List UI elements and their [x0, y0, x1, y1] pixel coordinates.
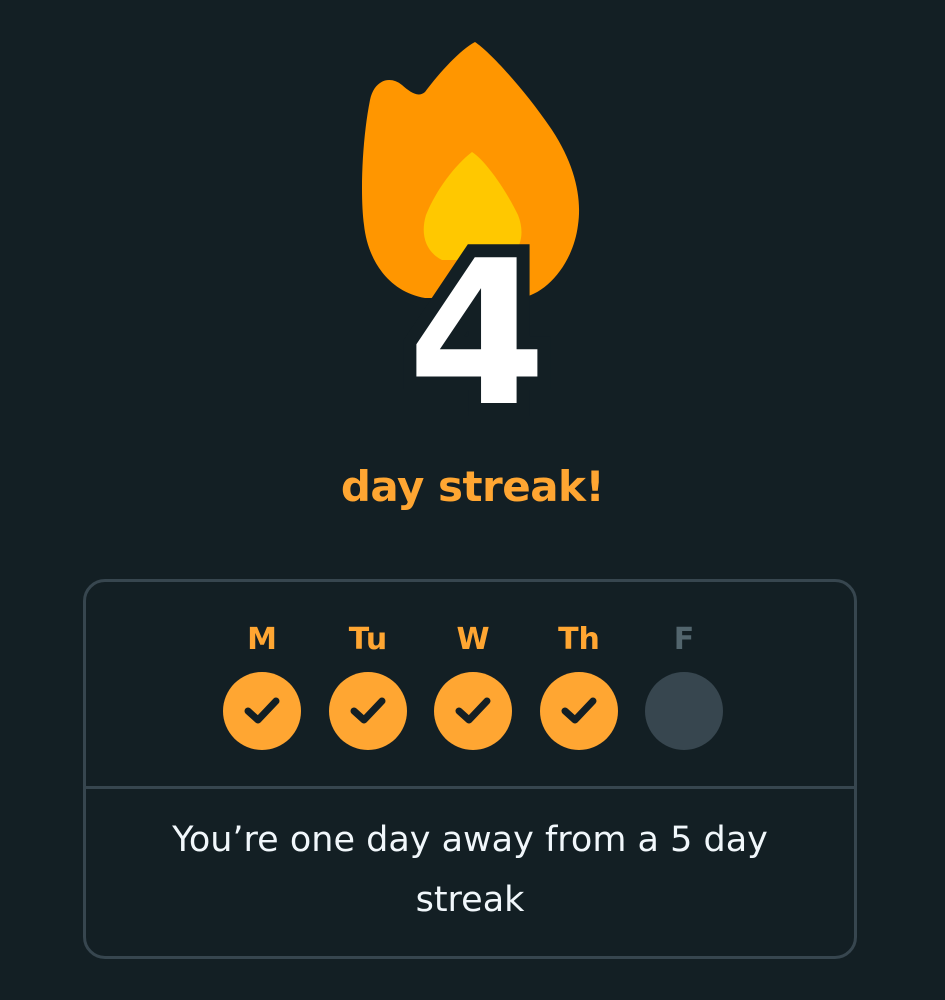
day-monday: M: [221, 620, 303, 750]
checkmark-icon: [244, 697, 280, 724]
day-wednesday: W: [432, 620, 514, 750]
streak-screen: 4 day streak! M Tu W Th F You’re one day…: [0, 0, 945, 1000]
day-thursday: Th: [538, 620, 620, 750]
week-progress-card: M Tu W Th F You’re one day away from a 5…: [83, 579, 857, 959]
day-pending-indicator: [645, 672, 723, 750]
checkmark-icon: [561, 697, 597, 724]
week-days: M Tu W Th F: [86, 582, 854, 789]
day-label: F: [673, 622, 695, 657]
streak-count: 4: [394, 218, 559, 451]
day-complete-indicator: [540, 672, 618, 750]
checkmark-icon: [350, 697, 386, 724]
streak-title: day streak!: [340, 462, 605, 511]
day-label: W: [456, 622, 490, 657]
checkmark-icon: [455, 697, 491, 724]
day-complete-indicator: [223, 672, 301, 750]
day-complete-indicator: [434, 672, 512, 750]
day-tuesday: Tu: [327, 620, 409, 750]
streak-message: You’re one day away from a 5 day streak: [172, 820, 768, 920]
day-label: M: [247, 622, 277, 657]
day-label: Tu: [348, 622, 388, 657]
day-label: Th: [558, 622, 600, 657]
day-friday: F: [643, 620, 725, 750]
day-complete-indicator: [329, 672, 407, 750]
streak-flame: 4: [330, 30, 620, 448]
